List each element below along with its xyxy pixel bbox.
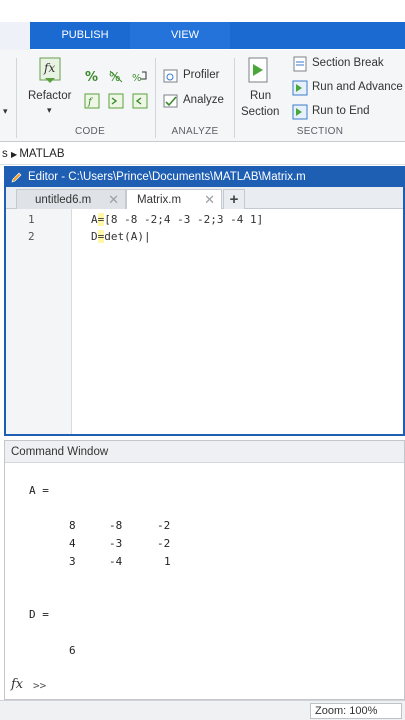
run-section-label-1[interactable]: Run bbox=[250, 90, 271, 102]
toolstrip-tabs: PUBLISH VIEW bbox=[0, 0, 405, 50]
editor-panel: Editor - C:\Users\Prince\Documents\MATLA… bbox=[4, 166, 405, 436]
matrix-cell: -8 bbox=[109, 519, 123, 532]
matrix-cell: 1 bbox=[164, 555, 171, 568]
section-group-label: SECTION bbox=[296, 126, 344, 137]
code-text: A bbox=[91, 213, 98, 226]
fx-refactor-icon: fx bbox=[39, 57, 61, 83]
tab-view[interactable]: VIEW bbox=[140, 22, 230, 49]
close-icon[interactable]: ✕ bbox=[204, 190, 215, 210]
matrix-cell: -3 bbox=[109, 537, 123, 550]
section-break-icon bbox=[293, 56, 307, 72]
run-to-end-button[interactable]: Run to End bbox=[312, 105, 370, 117]
dropdown-arrow-icon[interactable]: ▾ bbox=[3, 106, 8, 117]
section-break-button[interactable]: Section Break bbox=[312, 57, 384, 69]
editor-title-bar: Editor - C:\Users\Prince\Documents\MATLA… bbox=[6, 168, 403, 187]
profiler-icon bbox=[163, 69, 178, 83]
breadcrumb-current[interactable]: MATLAB bbox=[19, 148, 64, 160]
refactor-button[interactable]: Refactor bbox=[28, 90, 71, 102]
breadcrumb: s ▶ MATLAB bbox=[0, 143, 405, 165]
breadcrumb-prefix[interactable]: s bbox=[2, 148, 8, 160]
code-group-label: CODE bbox=[74, 126, 106, 137]
uncomment-icon[interactable]: % bbox=[108, 68, 124, 84]
output-a-label: A = bbox=[29, 484, 49, 497]
matrix-cell: 3 bbox=[69, 555, 76, 568]
line-number: 2 bbox=[28, 230, 35, 243]
analyze-button[interactable]: Analyze bbox=[183, 94, 224, 106]
matrix-cell: -4 bbox=[109, 555, 123, 568]
pencil-icon bbox=[11, 172, 22, 183]
comment-icon[interactable]: % bbox=[84, 68, 100, 84]
close-icon[interactable]: ✕ bbox=[108, 190, 119, 210]
run-section-label-2[interactable]: Section bbox=[241, 106, 279, 118]
svg-text:%: % bbox=[132, 73, 142, 84]
editor-tab-matrix[interactable]: Matrix.m ✕ bbox=[126, 189, 222, 209]
code-text: [8 -8 -2;4 -3 -2;3 -4 1] bbox=[104, 213, 264, 226]
tab-editor[interactable] bbox=[0, 22, 30, 50]
fx-icon[interactable]: fx bbox=[11, 677, 23, 692]
ribbon: ▾ fx Refactor ▾ % % % f CODE Profiler An… bbox=[0, 50, 405, 142]
run-to-end-icon bbox=[292, 104, 308, 120]
zoom-indicator: Zoom: 100% bbox=[310, 703, 402, 719]
code-text: det(A)| bbox=[104, 230, 151, 243]
run-advance-button[interactable]: Run and Advance bbox=[312, 81, 403, 93]
editor-title: Editor - C:\Users\Prince\Documents\MATLA… bbox=[28, 171, 306, 183]
matrix-cell: -2 bbox=[157, 519, 171, 532]
editor-tab-untitled6[interactable]: untitled6.m ✕ bbox=[16, 189, 126, 209]
indent-icon[interactable] bbox=[108, 93, 124, 109]
smart-indent-icon[interactable]: f bbox=[84, 93, 100, 109]
code-text: D bbox=[91, 230, 98, 243]
analyze-group-label: ANALYZE bbox=[171, 126, 219, 137]
svg-text:fx: fx bbox=[43, 61, 55, 75]
wrap-comments-icon[interactable]: % bbox=[132, 68, 148, 84]
add-tab-button[interactable]: + bbox=[223, 189, 245, 209]
command-window[interactable]: Command Window A = 8 -8 -2 4 -3 -2 3 -4 … bbox=[4, 440, 405, 700]
matrix-cell: 4 bbox=[69, 537, 76, 550]
status-bar: Zoom: 100% bbox=[0, 700, 405, 720]
command-window-title: Command Window bbox=[5, 441, 404, 463]
matrix-cell: -2 bbox=[157, 537, 171, 550]
tab-publish[interactable]: PUBLISH bbox=[40, 22, 130, 49]
editor-tabbar: untitled6.m ✕ Matrix.m ✕ + bbox=[6, 187, 403, 209]
run-section-icon bbox=[248, 57, 268, 83]
editor-tab-label: Matrix.m bbox=[137, 194, 182, 206]
editor-tab-label: untitled6.m bbox=[35, 194, 92, 206]
line-number-gutter bbox=[6, 209, 72, 434]
code-line[interactable]: A=[8 -8 -2;4 -3 -2;3 -4 1] bbox=[91, 213, 263, 226]
line-number: 1 bbox=[28, 213, 35, 226]
command-prompt[interactable]: >> bbox=[33, 679, 46, 692]
profiler-button[interactable]: Profiler bbox=[183, 69, 219, 81]
refactor-dropdown-icon[interactable]: ▾ bbox=[47, 105, 52, 116]
outdent-icon[interactable] bbox=[132, 93, 148, 109]
output-d-value: 6 bbox=[69, 644, 76, 657]
run-advance-icon bbox=[292, 80, 308, 96]
analyze-icon bbox=[163, 94, 178, 108]
svg-text:%: % bbox=[85, 70, 98, 84]
output-d-label: D = bbox=[29, 608, 49, 621]
matrix-cell: 8 bbox=[69, 519, 76, 532]
code-line[interactable]: D=det(A)| bbox=[91, 230, 151, 243]
